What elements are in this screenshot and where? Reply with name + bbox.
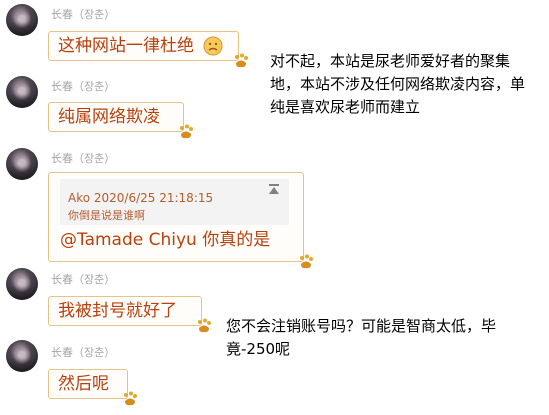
annotation-note: 对不起，本站是尿老师爱好者的聚集 地，本站不涉及任何网络欺凌内容，单 纯是喜欢尿… [270,50,525,119]
avatar[interactable] [6,4,38,36]
quoted-reply-text: 你倒是说是谁啊 [68,209,145,222]
annotation-line: 竟-250呢 [226,340,291,358]
paw-decoration-icon [235,53,248,68]
sender-name: 长春（장춘） [51,273,116,286]
paw-decoration-icon [180,124,193,139]
message-text: 然后呢 [58,374,109,394]
jump-to-quote-icon[interactable] [268,184,280,196]
annotation-line: 对不起，本站是尿老师爱好者的聚集 [270,52,511,70]
quoted-message-bubble[interactable]: Ako 2020/6/25 21:18:15 你倒是说是谁啊 @Tamade C… [48,172,313,269]
sad-face-icon [203,36,223,56]
message-text: 我被封号就好了 [58,301,177,321]
paw-decoration-icon [124,391,137,406]
message-bubble[interactable]: 纯属网络欺凌 [48,102,193,139]
message-bubble[interactable]: 这种网站一律杜绝 [48,31,248,68]
avatar[interactable] [6,340,38,372]
sender-name: 长春（장춘） [51,8,116,21]
message-text: 这种网站一律杜绝 [58,36,194,56]
message-bubble[interactable]: 我被封号就好了 [48,296,211,333]
sender-name: 长春（장춘） [51,346,116,359]
paw-decoration-icon [198,318,211,333]
message-text: 纯属网络欺凌 [58,107,160,127]
annotation-line: 您不会注销账号吗？可能是智商太低，毕 [226,317,497,335]
message-bubble[interactable]: 然后呢 [48,369,137,406]
annotation-note: 您不会注销账号吗？可能是智商太低，毕 竟-250呢 [226,315,496,361]
annotation-line: 纯是喜欢尿老师而建立 [270,98,421,116]
message-text: @Tamade Chiyu 你真的是 [60,230,271,250]
quoted-reply-box[interactable]: Ako 2020/6/25 21:18:15 你倒是说是谁啊 [60,179,289,225]
paw-decoration-icon [300,254,313,269]
avatar[interactable] [6,268,38,300]
avatar[interactable] [6,148,38,180]
avatar[interactable] [6,76,38,108]
annotation-line: 地，本站不涉及任何网络欺凌内容，单 [270,75,526,93]
sender-name: 长春（장춘） [51,152,116,165]
sender-name: 长春（장춘） [51,80,116,93]
